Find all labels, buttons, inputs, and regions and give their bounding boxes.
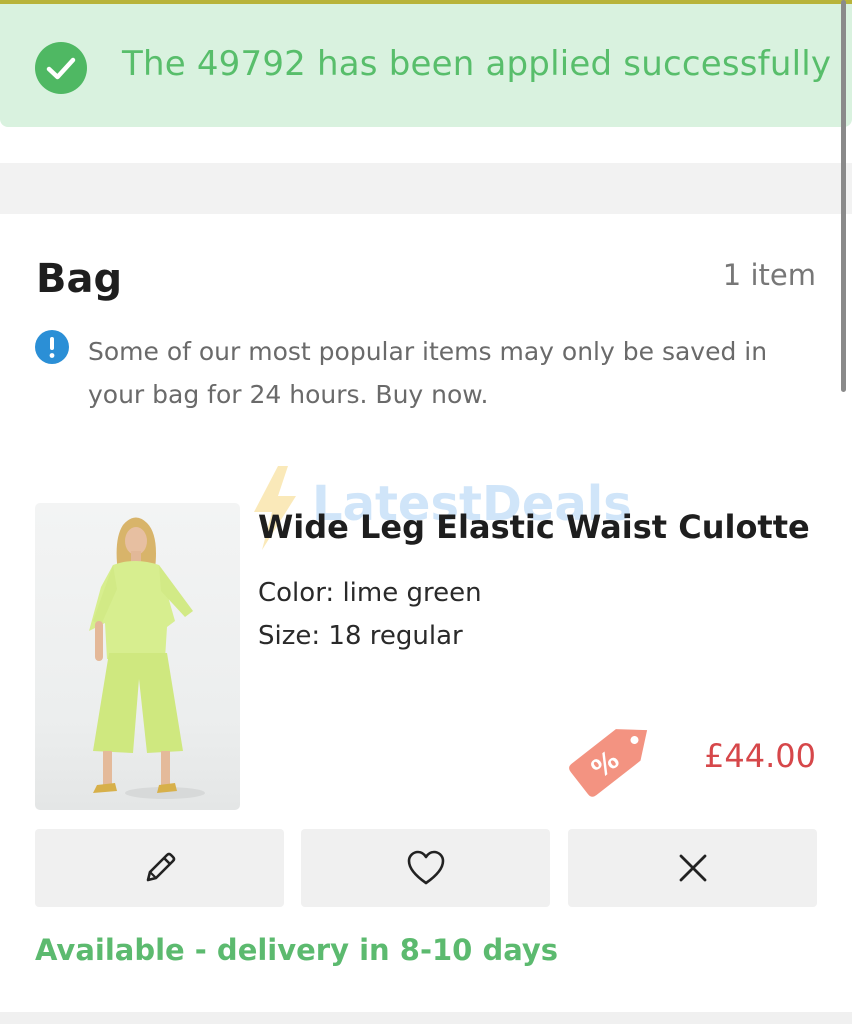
percent-tag-icon: % [569, 729, 648, 797]
remove-button[interactable] [568, 829, 817, 907]
edit-button[interactable] [35, 829, 284, 907]
section-divider [0, 163, 852, 214]
bag-notice: Some of our most popular items may only … [88, 337, 768, 409]
wishlist-button[interactable] [301, 829, 550, 907]
product-price: £44.00 [704, 737, 816, 775]
pencil-icon [146, 852, 175, 882]
heart-icon [407, 850, 444, 885]
check-circle-icon [35, 42, 87, 94]
product-color: Color: lime green [258, 578, 482, 608]
product-size: Size: 18 regular [258, 621, 463, 651]
bottom-divider [0, 1012, 852, 1024]
product-name[interactable]: Wide Leg Elastic Waist Culotte [258, 508, 810, 546]
scrollbar[interactable] [841, 0, 846, 392]
info-icon [35, 330, 69, 364]
success-toast: The 49792 has been applied successfully [0, 4, 852, 127]
product-image[interactable] [35, 503, 240, 810]
close-icon [679, 854, 706, 882]
toast-message: The 49792 has been applied successfully [122, 44, 832, 84]
bag-title: Bag [36, 256, 123, 302]
availability-status: Available - delivery in 8-10 days [35, 933, 559, 967]
bag-item-count: 1 item [722, 258, 816, 292]
